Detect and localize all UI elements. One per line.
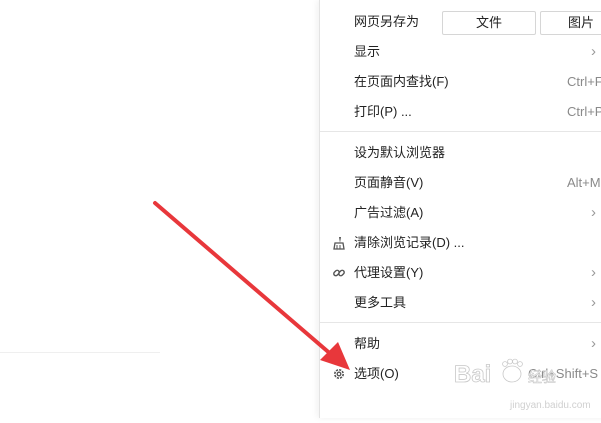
- chevron-right-icon: ›: [591, 264, 596, 281]
- menu-item-label: 清除浏览记录(D) ...: [354, 235, 465, 250]
- menu-item-shortcut: Ctrl+F: [567, 74, 601, 89]
- menu-item-more-tools[interactable]: 更多工具 ›: [320, 288, 601, 318]
- chevron-right-icon: ›: [591, 43, 596, 60]
- menu-item-clear-history[interactable]: 清除浏览记录(D) ...: [320, 228, 601, 258]
- menu-item-set-default-browser[interactable]: 设为默认浏览器: [320, 138, 601, 168]
- menu-item-print[interactable]: 打印(P) ... Ctrl+P: [320, 97, 601, 127]
- menu-item-ad-filter[interactable]: 广告过滤(A) ›: [320, 198, 601, 228]
- menu-item-mute-page[interactable]: 页面静音(V) Alt+M: [320, 168, 601, 198]
- menu-divider: [320, 131, 601, 132]
- menu-item-label: 打印(P) ...: [354, 104, 412, 119]
- menu-item-label: 设为默认浏览器: [354, 145, 446, 160]
- menu-item-label: 帮助: [354, 336, 381, 351]
- chevron-right-icon: ›: [591, 204, 596, 221]
- menu-item-find-in-page[interactable]: 在页面内查找(F) Ctrl+F: [320, 67, 601, 97]
- link-icon: [333, 269, 345, 277]
- menu-item-options[interactable]: 选项(O) Ctrl+Shift+S: [320, 359, 601, 389]
- chevron-right-icon: ›: [591, 335, 596, 352]
- menu-item-display[interactable]: 显示 ›: [320, 37, 601, 67]
- menu-item-label: 页面静音(V): [354, 175, 424, 190]
- menu-item-label: 选项(O): [354, 366, 399, 381]
- menu-item-label: 在页面内查找(F): [354, 74, 449, 89]
- save-as-image-button[interactable]: 图片: [540, 11, 601, 35]
- menu-item-shortcut: Alt+M: [567, 175, 601, 190]
- menu-divider: [320, 322, 601, 323]
- menu-item-label: 更多工具: [354, 295, 407, 310]
- background-divider: [0, 352, 160, 353]
- gear-icon: [334, 369, 344, 379]
- chevron-right-icon: ›: [591, 294, 596, 311]
- menu-item-proxy-settings[interactable]: 代理设置(Y) ›: [320, 258, 601, 288]
- menu-item-label: 广告过滤(A): [354, 205, 424, 220]
- broom-icon: [333, 237, 345, 250]
- browser-main-menu: 网页另存为 文件 图片 显示 › 在页面内查找(F) Ctrl+F 打印(P) …: [319, 0, 601, 418]
- menu-item-help[interactable]: 帮助 ›: [320, 329, 601, 359]
- menu-item-shortcut: Ctrl+Shift+S: [528, 366, 599, 381]
- menu-item-shortcut: Ctrl+P: [567, 104, 601, 119]
- menu-item-label: 代理设置(Y): [354, 265, 424, 280]
- menu-item-label: 显示: [354, 44, 381, 59]
- menu-item-label: 网页另存为: [354, 14, 420, 29]
- save-as-file-button[interactable]: 文件: [442, 11, 536, 35]
